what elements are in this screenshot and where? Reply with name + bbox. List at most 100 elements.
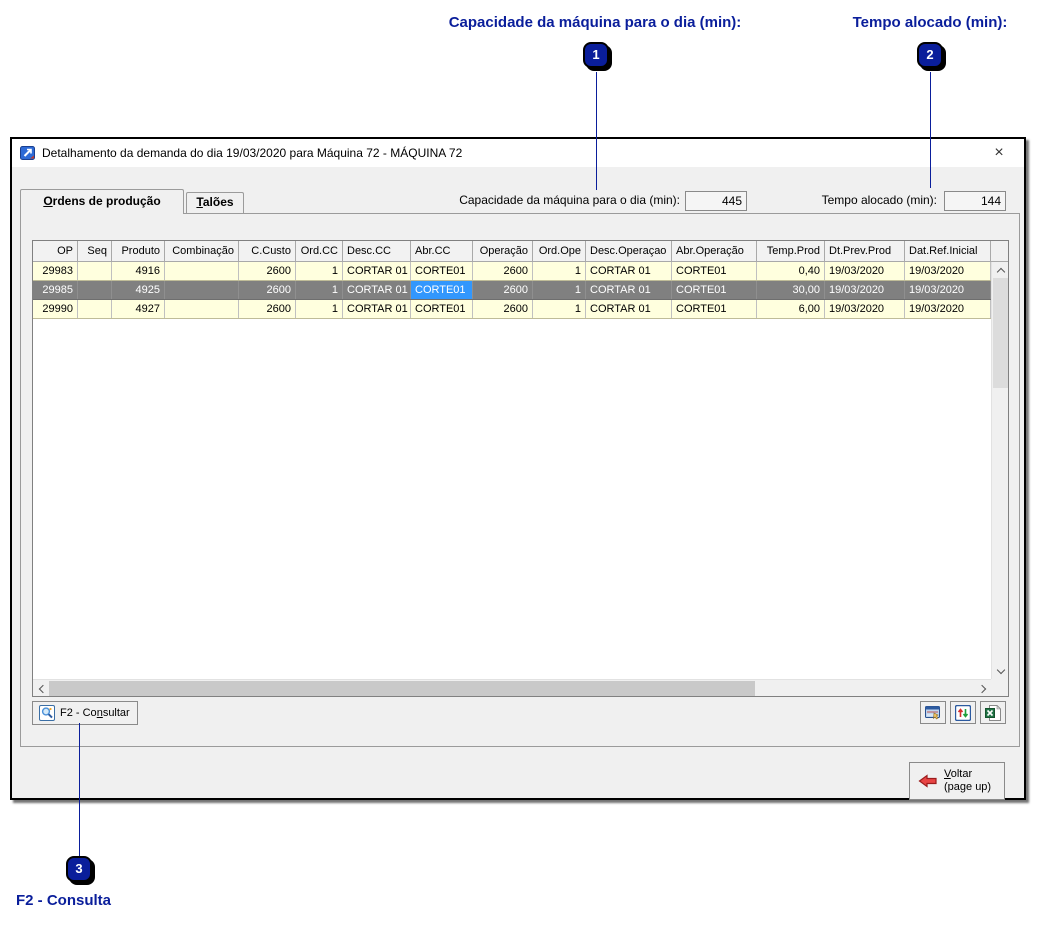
column-header-dat-ref-inicial[interactable]: Dat.Ref.Inicial (905, 241, 991, 262)
table-cell[interactable]: 19/03/2020 (825, 281, 905, 299)
callout-label-allocated: Tempo alocado (min): (852, 14, 1008, 31)
table-cell[interactable]: 1 (296, 262, 343, 280)
table-cell[interactable]: CORTE01 (411, 281, 473, 299)
table-cell[interactable]: 19/03/2020 (905, 300, 991, 318)
callout-badge-2: 2 (917, 42, 943, 68)
tab-page-panel: OP Seq Produto Combinação C.Custo Ord.CC Desc.… (20, 213, 1020, 747)
table-cell[interactable]: 6,00 (757, 300, 825, 318)
table-cell[interactable]: CORTAR 01 (586, 281, 672, 299)
window-title: Detalhamento da demanda do dia 19/03/202… (42, 146, 463, 160)
table-cell[interactable]: 1 (296, 300, 343, 318)
table-cell[interactable]: CORTAR 01 (343, 300, 411, 318)
column-header-produto[interactable]: Produto (112, 241, 165, 262)
table-cell[interactable]: 4916 (112, 262, 165, 280)
voltar-label: Voltar (page up) (944, 768, 992, 793)
scroll-left-arrow[interactable] (33, 680, 49, 696)
table-row[interactable]: 29990 4927 2600 1 CORTAR 01 CORTE01 2600 1 CORTA… (33, 300, 991, 319)
table-cell[interactable]: 19/03/2020 (905, 262, 991, 280)
table-cell[interactable]: 2600 (473, 281, 533, 299)
export-excel-icon[interactable] (980, 701, 1006, 724)
table-cell[interactable]: 30,00 (757, 281, 825, 299)
vertical-scrollbar[interactable] (991, 262, 1008, 679)
chevron-down-icon (996, 665, 1005, 674)
table-cell[interactable] (78, 300, 112, 318)
table-cell[interactable]: CORTAR 01 (343, 281, 411, 299)
scroll-down-arrow[interactable] (992, 663, 1008, 679)
table-cell[interactable]: CORTE01 (411, 262, 473, 280)
table-cell[interactable]: CORTE01 (672, 300, 757, 318)
column-header-temp-prod[interactable]: Temp.Prod (757, 241, 825, 262)
table-row[interactable]: 29985 4925 2600 1 CORTAR 01 CORTE01 2600 1 CORTA… (33, 281, 991, 300)
table-cell[interactable]: 19/03/2020 (825, 300, 905, 318)
table-cell[interactable]: CORTE01 (672, 262, 757, 280)
table-cell[interactable]: 29985 (33, 281, 78, 299)
magnifier-icon (39, 705, 55, 721)
column-header-opera-o[interactable]: Operação (473, 241, 533, 262)
table-cell[interactable]: 4925 (112, 281, 165, 299)
table-row[interactable]: 29983 4916 2600 1 CORTAR 01 CORTE01 2600 1 CORTA… (33, 262, 991, 281)
horizontal-scrollbar[interactable] (33, 679, 991, 696)
table-cell[interactable]: 1 (533, 262, 586, 280)
column-header-dt-prev-prod[interactable]: Dt.Prev.Prod (825, 241, 905, 262)
horizontal-scroll-thumb[interactable] (49, 681, 755, 696)
tab-label: rdens de produção (52, 194, 161, 208)
table-cell[interactable] (78, 262, 112, 280)
column-header-desc-cc[interactable]: Desc.CC (343, 241, 411, 262)
scroll-up-arrow[interactable] (992, 262, 1008, 278)
table-cell[interactable]: 2600 (473, 300, 533, 318)
column-header-seq[interactable]: Seq (78, 241, 112, 262)
grid-hand-icon[interactable] (920, 701, 946, 724)
column-header-abr-cc[interactable]: Abr.CC (411, 241, 473, 262)
table-cell[interactable]: 4927 (112, 300, 165, 318)
table-cell[interactable]: CORTE01 (672, 281, 757, 299)
dialog-client-area: Ordens de produção Talões Capacidade da … (12, 167, 1024, 800)
column-header-op[interactable]: OP (33, 241, 78, 262)
scroll-right-arrow[interactable] (975, 680, 991, 696)
table-cell[interactable]: 1 (296, 281, 343, 299)
callout-badge-3: 3 (66, 856, 92, 882)
table-cell[interactable]: CORTE01 (411, 300, 473, 318)
table-cell[interactable]: 29990 (33, 300, 78, 318)
tab-ordens-de-producao[interactable]: Ordens de produção (20, 189, 184, 214)
chevron-left-icon (38, 684, 47, 693)
table-cell[interactable]: 2600 (473, 262, 533, 280)
f2-consultar-button[interactable]: F2 - Consultar (32, 701, 138, 725)
column-header-ord-cc[interactable]: Ord.CC (296, 241, 343, 262)
column-header-combina-o[interactable]: Combinação (165, 241, 239, 262)
table-cell[interactable]: 1 (533, 281, 586, 299)
table-cell[interactable] (165, 300, 239, 318)
dialog-window: Detalhamento da demanda do dia 19/03/202… (10, 137, 1026, 800)
grid-header-corner (991, 241, 1008, 262)
table-cell[interactable]: CORTAR 01 (343, 262, 411, 280)
grid-toolbar (920, 701, 1006, 724)
table-cell[interactable]: 2600 (239, 300, 296, 318)
voltar-button[interactable]: Voltar (page up) (909, 762, 1005, 800)
capacity-field: 445 (685, 191, 747, 211)
grid-body: 29983 4916 2600 1 CORTAR 01 CORTE01 2600 1 CORTA… (33, 262, 991, 679)
chevron-up-icon (996, 267, 1005, 276)
table-cell[interactable]: 19/03/2020 (905, 281, 991, 299)
sort-order-icon[interactable] (950, 701, 976, 724)
table-cell[interactable]: 29983 (33, 262, 78, 280)
table-cell[interactable] (165, 262, 239, 280)
table-cell[interactable]: 19/03/2020 (825, 262, 905, 280)
column-header-ord-ope[interactable]: Ord.Ope (533, 241, 586, 262)
tab-label: O (43, 194, 53, 208)
close-button[interactable]: × (984, 142, 1014, 164)
allocated-time-label: Tempo alocado (min): (821, 193, 937, 207)
capacity-label: Capacidade da máquina para o dia (min): (459, 193, 680, 207)
tab-taloes[interactable]: Talões (186, 192, 244, 213)
vertical-scroll-thumb[interactable] (993, 278, 1008, 388)
column-header-desc-opera-ao[interactable]: Desc.Operaçao (586, 241, 672, 262)
table-cell[interactable]: 2600 (239, 281, 296, 299)
column-header-abr-opera-o[interactable]: Abr.Operação (672, 241, 757, 262)
column-header-c-custo[interactable]: C.Custo (239, 241, 296, 262)
table-cell[interactable] (78, 281, 112, 299)
table-cell[interactable]: 2600 (239, 262, 296, 280)
table-cell[interactable]: CORTAR 01 (586, 262, 672, 280)
table-cell[interactable]: CORTAR 01 (586, 300, 672, 318)
table-cell[interactable]: 0,40 (757, 262, 825, 280)
table-cell[interactable]: 1 (533, 300, 586, 318)
table-cell[interactable] (165, 281, 239, 299)
callout-label-consulta: F2 - Consulta (16, 892, 112, 909)
